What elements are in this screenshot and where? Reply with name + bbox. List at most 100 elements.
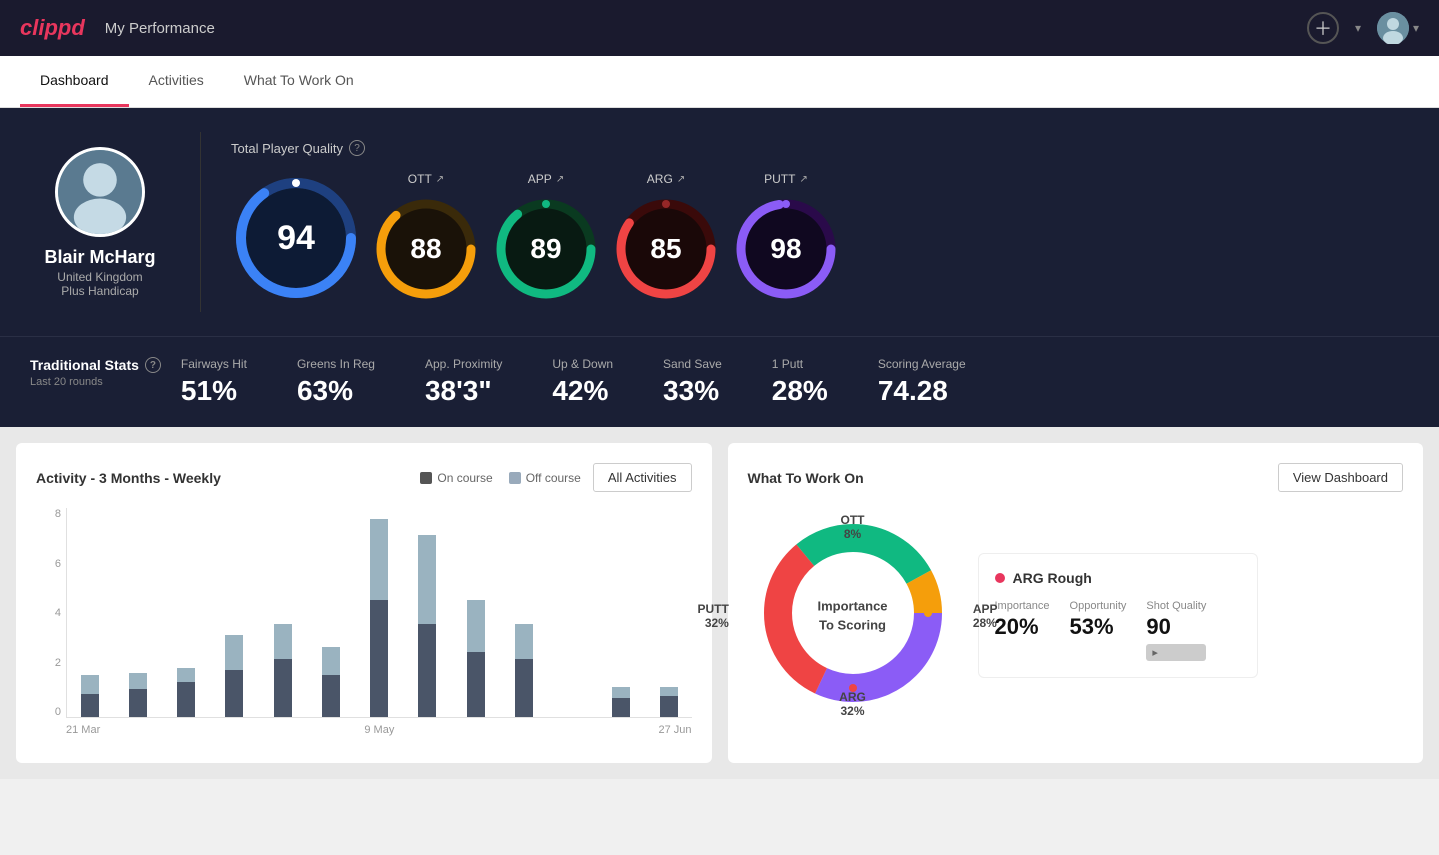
- stat-greens-value: 63%: [297, 375, 375, 407]
- arg-donut-label: ARG 32%: [839, 690, 866, 718]
- tpq-value: 94: [277, 219, 315, 258]
- gauges: 94 OTT ↗ 88: [231, 172, 1409, 304]
- view-dashboard-button[interactable]: View Dashboard: [1278, 463, 1403, 492]
- tpq-help-icon[interactable]: ?: [349, 140, 365, 156]
- stat-scoring-value: 74.28: [878, 375, 966, 407]
- putt-value: 98: [770, 233, 801, 265]
- legend-oncourse: On course: [420, 471, 492, 485]
- arg-trend-icon: ↗: [677, 174, 685, 185]
- header-title: My Performance: [105, 20, 215, 37]
- activity-card-header: Activity - 3 Months - Weekly On course O…: [36, 463, 692, 492]
- chart-legend: On course Off course: [420, 471, 581, 485]
- gauge-total: 94: [231, 173, 361, 303]
- header-left: clippd My Performance: [20, 15, 215, 41]
- profile-handicap: Plus Handicap: [61, 284, 138, 298]
- stat-oneputt-value: 28%: [772, 375, 828, 407]
- profile-name: Blair McHarg: [44, 247, 155, 268]
- stat-fairways-label: Fairways Hit: [181, 357, 247, 371]
- putt-trend-icon: ↗: [799, 174, 807, 185]
- gauge-arg: ARG ↗ 85: [611, 172, 721, 304]
- stat-proximity-label: App. Proximity: [425, 357, 502, 371]
- importance-metric: Importance 20%: [995, 600, 1050, 661]
- bar-group: [67, 675, 112, 717]
- stat-fairways: Fairways Hit 51%: [181, 357, 247, 407]
- bar-group: [598, 687, 643, 717]
- legend-offcourse: Off course: [509, 471, 581, 485]
- ring-arg: 85: [611, 194, 721, 304]
- ott-label: OTT ↗: [408, 172, 444, 186]
- opportunity-value: 53%: [1070, 614, 1127, 640]
- shot-quality-metric: Shot Quality 90 ▸: [1146, 600, 1206, 661]
- avatar: [1377, 12, 1409, 44]
- arg-label: ARG ↗: [647, 172, 685, 186]
- app-donut-label: APP 28%: [973, 602, 998, 630]
- putt-label: PUTT ↗: [764, 172, 808, 186]
- bar-group: [260, 624, 305, 717]
- bar-group: [164, 668, 209, 717]
- stats-label: Traditional Stats ?: [30, 357, 161, 373]
- add-button[interactable]: ＋: [1307, 12, 1339, 44]
- activity-title: Activity - 3 Months - Weekly: [36, 470, 221, 486]
- app-trend-icon: ↗: [556, 174, 564, 185]
- stat-oneputt: 1 Putt 28%: [772, 357, 828, 407]
- wtwo-header: What To Work On View Dashboard: [748, 463, 1404, 492]
- stats-sublabel: Last 20 rounds: [30, 376, 161, 388]
- stat-proximity-value: 38'3": [425, 375, 502, 407]
- ring-ott: 88: [371, 194, 481, 304]
- app-label: APP ↗: [528, 172, 564, 186]
- bar-group: [357, 519, 402, 717]
- info-card: ARG Rough Importance 20% Opportunity 53%…: [978, 553, 1258, 678]
- stat-sandsave-value: 33%: [663, 375, 722, 407]
- gauge-putt: PUTT ↗ 98: [731, 172, 841, 304]
- stats-items: Fairways Hit 51% Greens In Reg 63% App. …: [181, 357, 1409, 407]
- bar-group: [115, 673, 160, 717]
- dropdown-arrow-user: ▾: [1413, 21, 1419, 35]
- ring-app: 89: [491, 194, 601, 304]
- stat-fairways-value: 51%: [181, 375, 247, 407]
- app-value: 89: [530, 233, 561, 265]
- stats-help-icon[interactable]: ?: [145, 357, 161, 373]
- donut-section: ImportanceTo Scoring OTT 8% APP 28% ARG …: [748, 508, 958, 723]
- bar-group: [405, 535, 450, 717]
- info-red-dot: [995, 573, 1005, 583]
- stat-greens: Greens In Reg 63%: [297, 357, 375, 407]
- donut-center-text: ImportanceTo Scoring: [817, 596, 887, 635]
- bar-group: [212, 635, 257, 717]
- stat-scoring: Scoring Average 74.28: [878, 357, 966, 407]
- stat-sandsave: Sand Save 33%: [663, 357, 722, 407]
- bar-group: [453, 600, 498, 717]
- tab-what-to-work-on[interactable]: What To Work On: [224, 56, 374, 107]
- ring-putt: 98: [731, 194, 841, 304]
- profile-country: United Kingdom: [57, 270, 142, 284]
- profile-section: Blair McHarg United Kingdom Plus Handica…: [30, 147, 170, 298]
- tab-activities[interactable]: Activities: [129, 56, 224, 107]
- putt-donut-label: PUTT 32%: [698, 602, 729, 630]
- ott-value: 88: [410, 233, 441, 265]
- logo: clippd: [20, 15, 85, 41]
- legend-offcourse-dot: [509, 472, 521, 484]
- avatar: [55, 147, 145, 237]
- nav-tabs: Dashboard Activities What To Work On: [0, 56, 1439, 108]
- stat-oneputt-label: 1 Putt: [772, 357, 828, 371]
- bar-group: [308, 647, 353, 717]
- bar-chart: [66, 508, 692, 718]
- legend-oncourse-dot: [420, 472, 432, 484]
- user-avatar-button[interactable]: ▾: [1377, 12, 1419, 44]
- arg-value: 85: [650, 233, 681, 265]
- wtwo-card: What To Work On View Dashboard: [728, 443, 1424, 763]
- header: clippd My Performance ＋ ▾ ▾: [0, 0, 1439, 56]
- y-axis: 86420: [36, 508, 61, 718]
- stat-greens-label: Greens In Reg: [297, 357, 375, 371]
- gauge-ott: OTT ↗ 88: [371, 172, 481, 304]
- all-activities-button[interactable]: All Activities: [593, 463, 692, 492]
- bar-group: [501, 624, 546, 717]
- stat-sandsave-label: Sand Save: [663, 357, 722, 371]
- tab-dashboard[interactable]: Dashboard: [20, 56, 129, 107]
- bottom-section: Activity - 3 Months - Weekly On course O…: [0, 427, 1439, 779]
- opportunity-metric: Opportunity 53%: [1070, 600, 1127, 661]
- ott-trend-icon: ↗: [436, 174, 444, 185]
- stat-updown-value: 42%: [552, 375, 613, 407]
- x-axis: 21 Mar 9 May 27 Jun: [66, 724, 692, 736]
- activity-card: Activity - 3 Months - Weekly On course O…: [16, 443, 712, 763]
- gauge-app: APP ↗ 89: [491, 172, 601, 304]
